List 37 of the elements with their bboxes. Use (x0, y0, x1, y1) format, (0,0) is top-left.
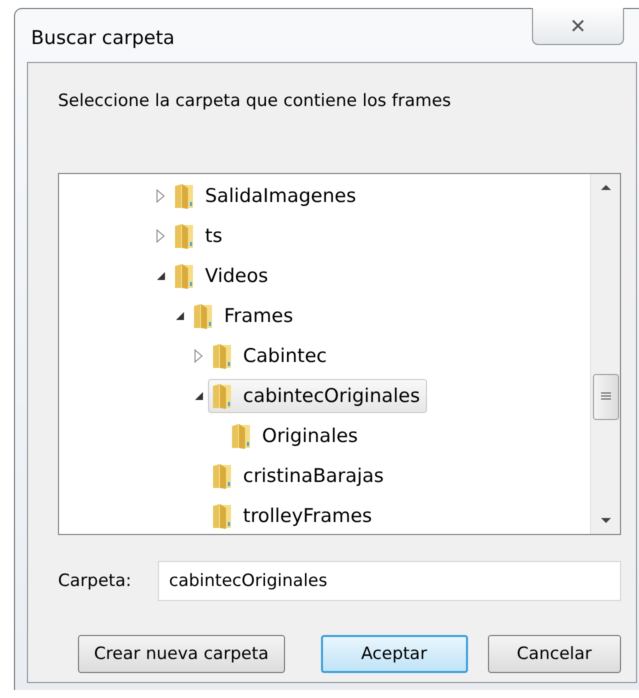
folder-item[interactable]: Frames (189, 299, 300, 333)
folder-item[interactable]: cristinaBarajas (208, 459, 391, 493)
folder-item[interactable]: cabintecOriginales (208, 379, 427, 413)
dialog-button[interactable]: Aceptar (320, 635, 468, 673)
collapse-arrow-icon[interactable] (174, 311, 184, 321)
folder-icon (230, 422, 252, 450)
folder-icon (173, 262, 195, 290)
folder-item[interactable]: Cabintec (208, 339, 334, 373)
folder-icon (211, 342, 233, 370)
scroll-up-icon[interactable] (600, 184, 612, 191)
folder-field[interactable]: cabintecOriginales (158, 561, 621, 601)
expand-arrow-icon[interactable] (156, 189, 165, 203)
grip-icon (600, 392, 612, 402)
dialog-button[interactable]: Crear nueva carpeta (78, 635, 285, 673)
window-title: Buscar carpeta (31, 27, 175, 49)
folder-icon (211, 462, 233, 490)
scroll-down-icon[interactable] (600, 517, 612, 524)
collapse-arrow-icon[interactable] (194, 391, 204, 401)
collapse-arrow-icon[interactable] (156, 271, 166, 281)
instruction-text: Seleccione la carpeta que contiene los frames (58, 91, 452, 111)
folder-icon (192, 302, 214, 330)
folder-icon (173, 182, 195, 210)
expand-arrow-icon[interactable] (194, 349, 203, 363)
folder-icon (173, 222, 195, 250)
folder-item[interactable]: ts (170, 219, 230, 253)
folder-item[interactable]: SalidaImagenes (170, 179, 364, 213)
folder-label: Carpeta: (58, 571, 132, 591)
close-button[interactable]: ✕ (532, 8, 624, 45)
folder-item[interactable]: Originales (227, 419, 365, 453)
scrollbar[interactable] (590, 174, 620, 534)
folder-icon (211, 382, 233, 410)
folder-item[interactable]: Videos (170, 259, 276, 293)
folder-item[interactable]: trolleyFrames (208, 499, 380, 533)
expand-arrow-icon[interactable] (156, 229, 165, 243)
folder-icon (211, 502, 233, 530)
scroll-thumb[interactable] (593, 374, 619, 420)
dialog-button[interactable]: Cancelar (488, 635, 621, 673)
